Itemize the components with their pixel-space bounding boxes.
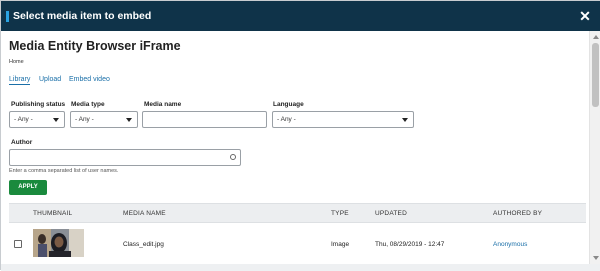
table-header: THUMBNAIL MEDIA NAME TYPE UPDATED AUTHOR…	[9, 203, 586, 223]
column-header-media-name[interactable]: MEDIA NAME	[123, 210, 166, 217]
scroll-thumb[interactable]	[592, 43, 599, 107]
media-type-value: - Any -	[75, 116, 94, 123]
row-author-link[interactable]: Anonymous	[493, 241, 527, 248]
media-thumbnail[interactable]	[33, 229, 84, 257]
dialog-titlebar: Select media item to embed ✕	[1, 1, 600, 31]
tab-library[interactable]: Library	[9, 76, 31, 85]
thumbnail-image	[33, 229, 84, 257]
tab-upload[interactable]: Upload	[39, 76, 61, 83]
column-header-type[interactable]: TYPE	[331, 210, 349, 217]
row-select-checkbox[interactable]	[14, 240, 22, 248]
autocomplete-icon	[230, 154, 236, 160]
scroll-down-arrow-icon[interactable]	[593, 256, 599, 260]
vertical-scrollbar[interactable]	[589, 31, 600, 264]
media-dialog: Select media item to embed ✕ Media Entit…	[0, 0, 600, 271]
media-type-label: Media type	[71, 101, 105, 108]
author-label: Author	[11, 139, 33, 146]
language-select[interactable]: - Any -	[272, 111, 414, 128]
row-media-name: Class_edit.jpg	[123, 241, 164, 248]
publishing-status-label: Publishing status	[11, 101, 66, 108]
media-type-select[interactable]: - Any -	[70, 111, 138, 128]
column-header-thumbnail: THUMBNAIL	[33, 210, 73, 217]
row-updated: Thu, 08/29/2019 - 12:47	[375, 241, 445, 248]
table-row[interactable]: Class_edit.jpg Image Thu, 08/29/2019 - 1…	[9, 224, 586, 264]
author-input[interactable]	[9, 149, 241, 166]
dialog-content: Media Entity Browser iFrame Home Library…	[1, 31, 589, 264]
publishing-status-select[interactable]: - Any -	[9, 111, 65, 128]
chevron-down-icon	[402, 118, 408, 122]
row-type: Image	[331, 241, 350, 248]
apply-button[interactable]: APPLY	[9, 180, 47, 195]
scroll-up-arrow-icon[interactable]	[593, 35, 599, 39]
publishing-status-value: - Any -	[14, 116, 33, 123]
chevron-down-icon	[53, 118, 59, 122]
column-header-updated[interactable]: UPDATED	[375, 210, 407, 217]
title-accent-bar	[6, 11, 9, 22]
breadcrumb[interactable]: Home	[9, 59, 24, 65]
column-header-authored-by[interactable]: AUTHORED BY	[493, 210, 542, 217]
chevron-down-icon	[126, 118, 132, 122]
media-name-label: Media name	[144, 101, 182, 108]
tab-embed-video[interactable]: Embed video	[69, 76, 110, 83]
language-label: Language	[273, 101, 304, 108]
language-value: - Any -	[277, 116, 296, 123]
author-description: Enter a comma separated list of user nam…	[9, 168, 119, 174]
page-title: Media Entity Browser iFrame	[9, 39, 181, 53]
close-icon[interactable]: ✕	[578, 9, 592, 23]
dialog-title: Select media item to embed	[13, 10, 152, 22]
media-name-input[interactable]	[142, 111, 267, 128]
